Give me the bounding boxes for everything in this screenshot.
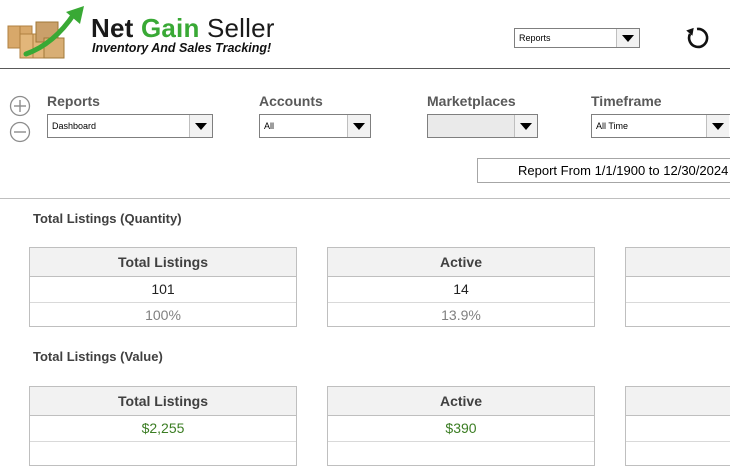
card-percent: [626, 303, 730, 327]
brand-title: Net Gain Seller: [91, 14, 275, 42]
card-active-quantity: Active 14 13.9%: [327, 247, 595, 327]
chevron-down-icon[interactable]: [189, 115, 212, 137]
card-value: [626, 416, 730, 442]
card-partial-quantity: [625, 247, 730, 327]
section-divider: [0, 198, 730, 199]
reports-select-value: Dashboard: [52, 121, 97, 131]
chevron-down-icon[interactable]: [706, 115, 729, 137]
card-percent: 100%: [145, 307, 181, 323]
refresh-icon[interactable]: [684, 25, 710, 51]
chevron-down-icon[interactable]: [616, 29, 639, 47]
card-value: [626, 277, 730, 303]
report-range-box: Report From 1/1/1900 to 12/30/2024: [477, 158, 730, 183]
card-active-value: Active $390: [327, 386, 595, 466]
card-total-listings-quantity: Total Listings 101 100%: [29, 247, 297, 327]
timeframe-select[interactable]: All Time: [591, 114, 730, 138]
accounts-label: Accounts: [259, 93, 323, 109]
card-header: Total Listings: [30, 248, 296, 277]
section-title-value: Total Listings (Value): [33, 349, 163, 364]
brand-net: Net: [91, 13, 134, 43]
marketplaces-label: Marketplaces: [427, 93, 516, 109]
timeframe-label: Timeframe: [591, 93, 662, 109]
card-value: 14: [328, 277, 594, 303]
marketplaces-select[interactable]: [427, 114, 538, 138]
card-total-listings-value: Total Listings $2,255: [29, 386, 297, 466]
brand-seller: Seller: [206, 13, 275, 43]
card-header: Active: [328, 387, 594, 416]
card-header: Active: [328, 248, 594, 277]
card-header: [626, 248, 730, 277]
accounts-select-value: All: [264, 121, 275, 131]
card-partial-value: [625, 386, 730, 466]
card-value: 101: [30, 277, 296, 303]
accounts-select[interactable]: All: [259, 114, 371, 138]
card-value: $2,255: [30, 416, 296, 442]
card-header: [626, 387, 730, 416]
brand-tagline: Inventory And Sales Tracking!: [92, 41, 272, 55]
card-header: Total Listings: [30, 387, 296, 416]
nav-select-value: Reports: [519, 33, 551, 43]
collapse-minus-icon[interactable]: [9, 121, 31, 143]
card-value: $390: [328, 416, 594, 442]
timeframe-select-value: All Time: [596, 121, 629, 131]
chevron-down-icon[interactable]: [514, 115, 537, 137]
boxes-arrow-logo-icon: [7, 6, 84, 59]
expand-plus-icon[interactable]: [9, 95, 31, 117]
reports-select[interactable]: Dashboard: [47, 114, 213, 138]
chevron-down-icon[interactable]: [347, 115, 370, 137]
section-title-quantity: Total Listings (Quantity): [33, 211, 182, 226]
brand-gain: Gain: [140, 13, 200, 43]
nav-select[interactable]: Reports: [514, 28, 640, 48]
reports-label: Reports: [47, 93, 100, 109]
card-percent: 13.9%: [441, 307, 481, 323]
